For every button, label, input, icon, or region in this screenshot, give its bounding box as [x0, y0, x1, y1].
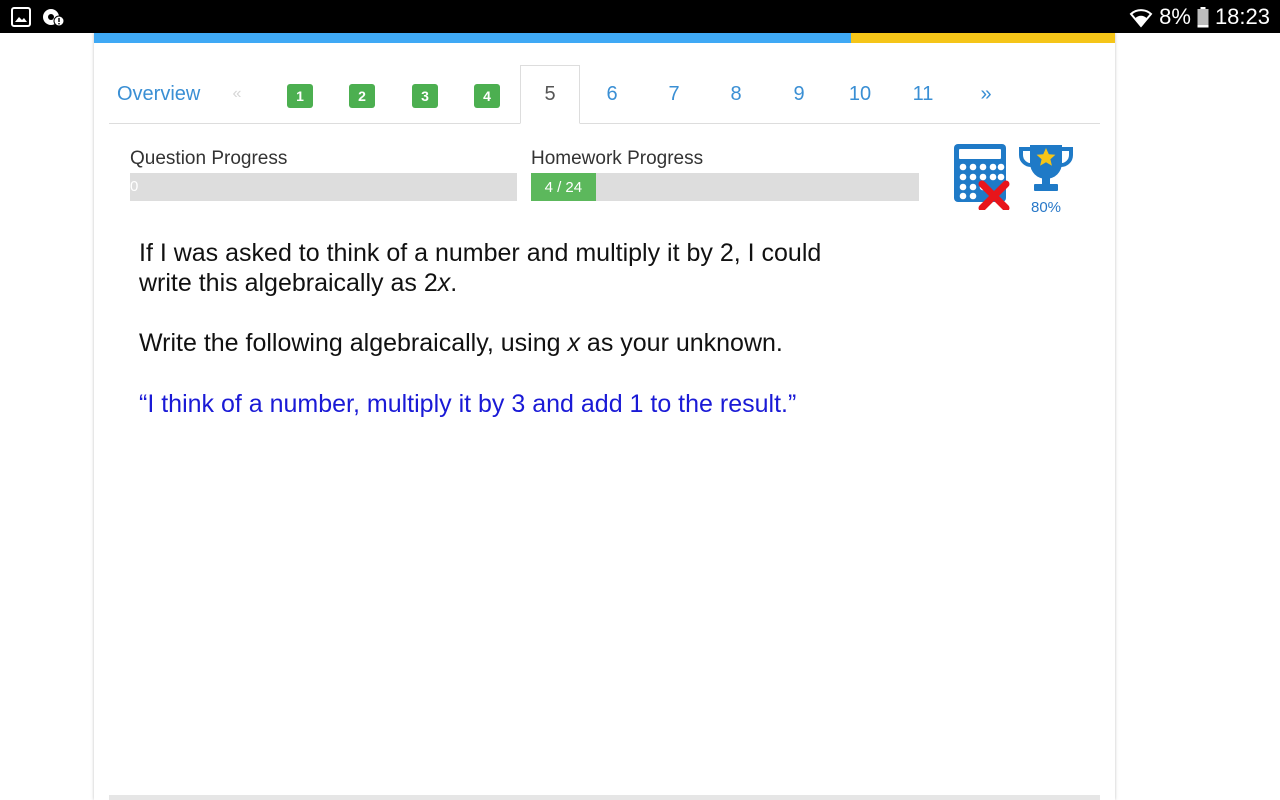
homework-progress-fill: 4 / 24	[531, 173, 596, 201]
wifi-icon	[1129, 9, 1153, 28]
status-right: 8% 18:23	[1129, 4, 1270, 30]
intro-line-2: write this algebraically as 2x.	[139, 269, 458, 297]
tab-question-7[interactable]: 7	[654, 65, 694, 123]
trophy-score: 80%	[1030, 199, 1062, 216]
clock: 18:23	[1214, 4, 1270, 29]
prev-page-link[interactable]: «	[227, 65, 247, 123]
homework-page: Overview « 1 2 3 4 5 6 7 8 9 10 11 » Que…	[94, 33, 1115, 800]
trophy-icon	[1018, 145, 1074, 191]
intro-line-1: If I was asked to think of a number and …	[139, 239, 822, 267]
question-quote: “I think of a number, multiply it by 3 a…	[139, 390, 797, 418]
battery-percent: 8%	[1159, 4, 1191, 29]
question-instruction: Write the following algebraically, using…	[139, 329, 783, 357]
calculator-not-allowed-icon	[954, 144, 1010, 210]
homework-progress-bar: 4 / 24	[531, 173, 919, 201]
question-progress-value: 0	[130, 178, 139, 195]
completed-badge: 2	[349, 84, 375, 108]
question-progress-label: Question Progress	[130, 148, 288, 169]
question-intro: If I was asked to think of a number and …	[139, 238, 919, 298]
tab-question-6[interactable]: 6	[592, 65, 632, 123]
tab-question-3[interactable]: 3	[405, 65, 445, 123]
tab-question-1[interactable]: 1	[280, 65, 320, 123]
overview-link[interactable]: Overview	[109, 65, 217, 123]
tab-question-9[interactable]: 9	[779, 65, 819, 123]
completed-badge: 4	[474, 84, 500, 108]
tab-question-5-active[interactable]: 5	[520, 65, 580, 124]
gallery-icon	[11, 7, 31, 27]
completed-badge: 1	[287, 84, 313, 108]
tab-question-10[interactable]: 10	[840, 65, 880, 123]
tab-question-2[interactable]: 2	[342, 65, 382, 123]
battery-icon	[1197, 6, 1209, 27]
tab-question-8[interactable]: 8	[716, 65, 756, 123]
tab-question-4[interactable]: 4	[467, 65, 507, 123]
top-color-strip	[94, 33, 1115, 43]
next-page-link[interactable]: »	[966, 65, 1006, 123]
bottom-divider	[109, 795, 1100, 800]
homework-progress-label: Homework Progress	[531, 148, 704, 169]
completed-badge: 3	[412, 84, 438, 108]
question-nav: Overview « 1 2 3 4 5 6 7 8 9 10 11 »	[109, 65, 1100, 124]
status-bar: 8% 18:23	[0, 0, 1280, 33]
notification-icon	[43, 9, 64, 27]
tab-question-11[interactable]: 11	[903, 65, 943, 123]
question-progress-bar: 0	[130, 173, 517, 201]
